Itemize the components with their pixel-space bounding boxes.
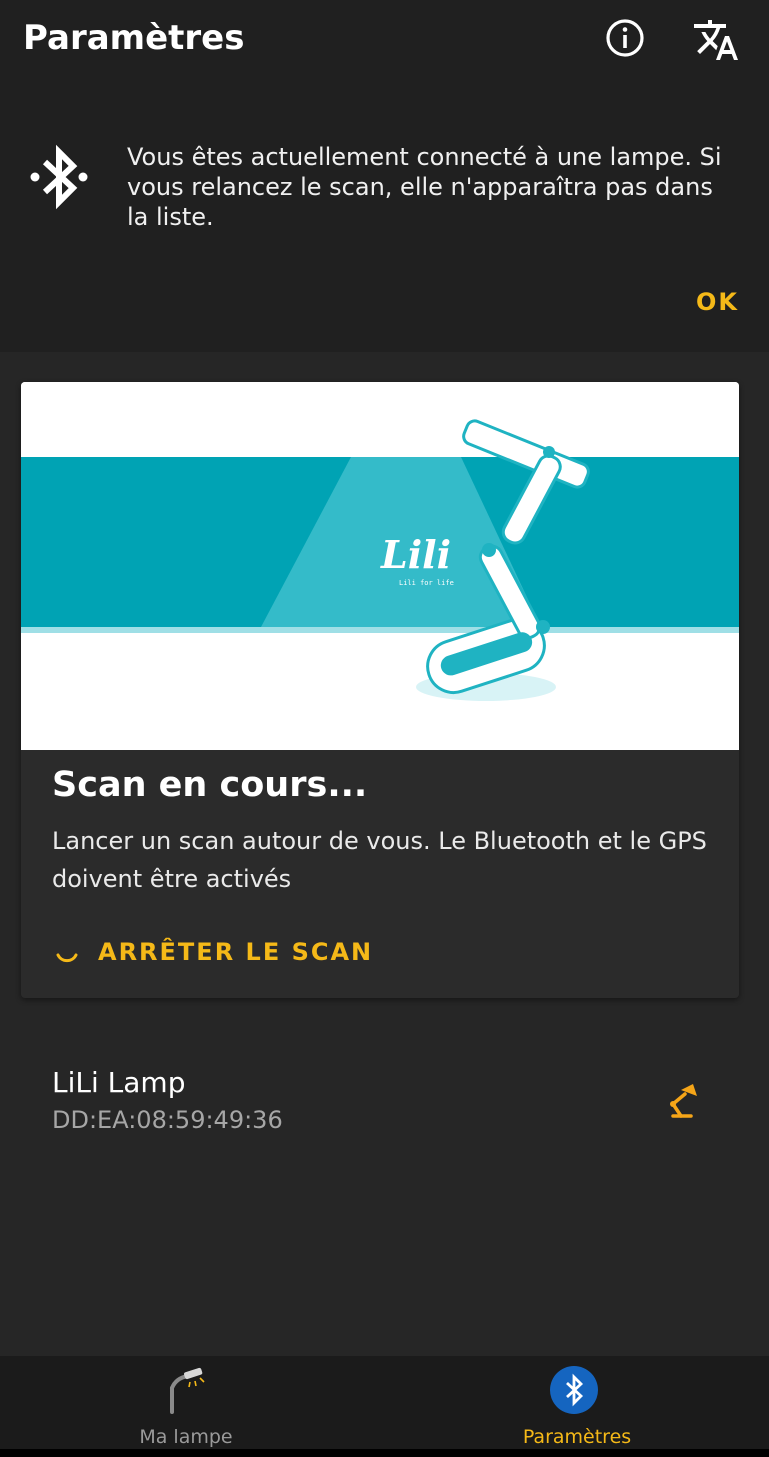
scan-description: Lancer un scan autour de vous. Le Blueto… [52,827,707,893]
stop-scan-button[interactable]: ARRÊTER LE SCAN [52,932,373,972]
hero-logo-text: Lili [380,532,451,577]
hero-tagline: Lili for life [399,579,454,587]
device-name: LiLi Lamp [52,1066,186,1099]
tab-ma-lampe[interactable]: Ma lampe [0,1356,384,1449]
translate-icon[interactable] [692,16,738,60]
bluetooth-connected-icon [27,140,91,214]
desk-lamp-icon[interactable] [663,1080,705,1122]
loading-spinner-icon [52,937,82,967]
system-nav-strip [0,1449,769,1457]
stop-scan-label: ARRÊTER LE SCAN [98,938,374,966]
tab-ma-lampe-label: Ma lampe [139,1426,233,1448]
tab-parametres-label: Paramètres [522,1426,632,1448]
bluetooth-icon [550,1364,602,1416]
page-title: Paramètres [23,18,245,58]
ok-button[interactable]: OK [696,288,739,316]
list-item[interactable]: LiLi Lamp DD:EA:08:59:49:36 [0,1050,769,1160]
lamp-icon [160,1364,212,1416]
lili-lamp-image: Lili Lili for life [21,382,739,750]
bottom-navigation: Ma lampe Paramètres [0,1356,769,1449]
tab-parametres[interactable]: Paramètres [385,1356,769,1449]
scan-title: Scan en cours... [52,765,368,805]
device-address: DD:EA:08:59:49:36 [52,1106,283,1134]
app-bar: Paramètres [0,0,769,80]
connection-banner: Vous êtes actuellement connecté à une la… [0,80,769,352]
banner-message: Vous êtes actuellement connecté à une la… [127,143,722,231]
scan-card: Lili Lili for life Scan en cours... Lanc… [21,382,739,998]
info-icon[interactable] [603,16,647,60]
